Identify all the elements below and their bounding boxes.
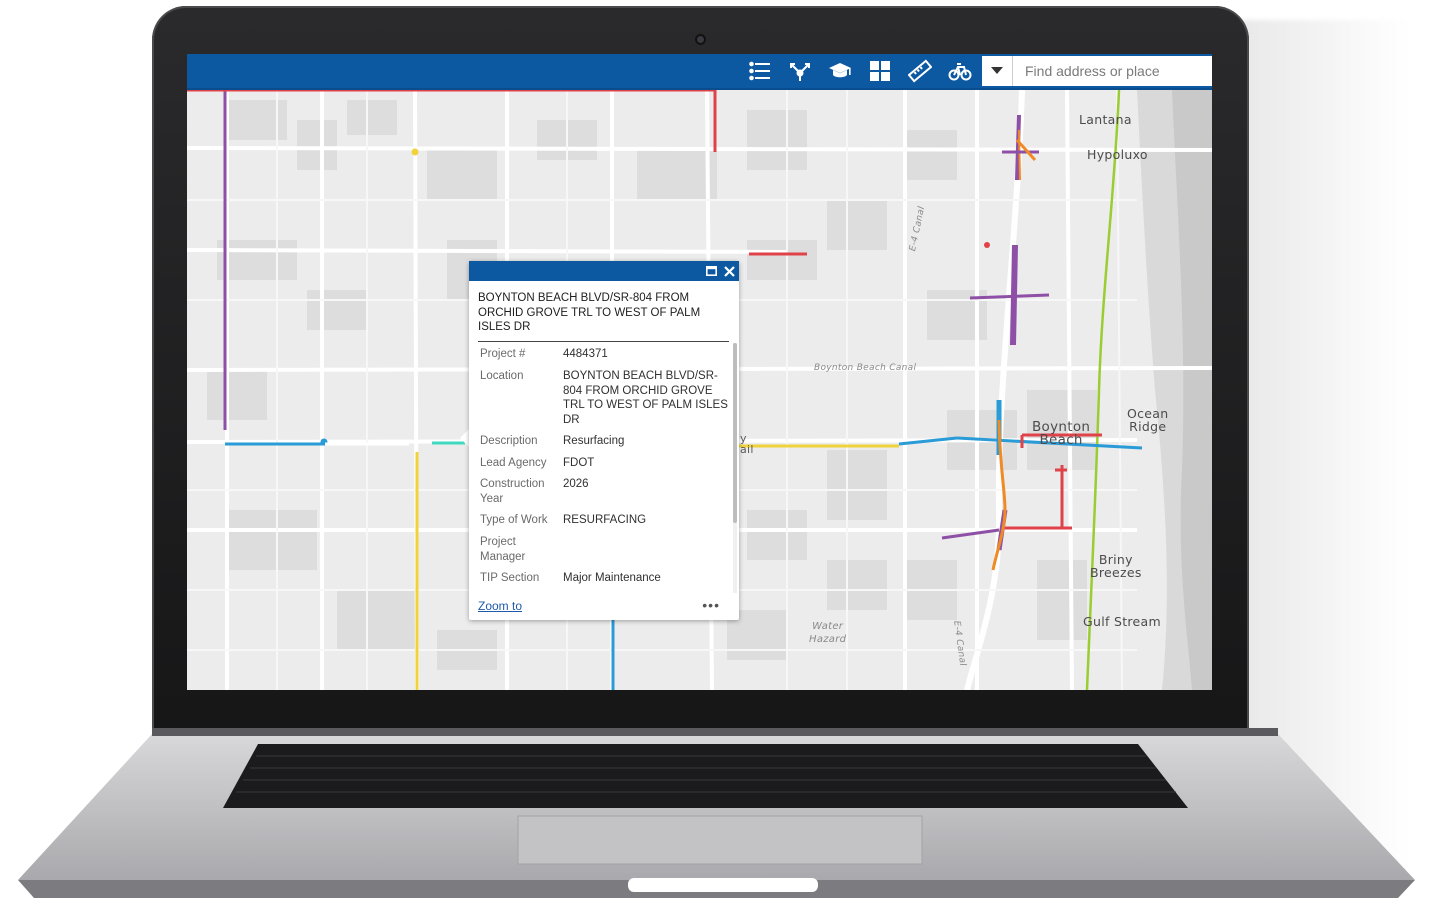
map-label-water-hazard: Water Hazard [809, 621, 847, 645]
bike-icon[interactable] [945, 56, 975, 86]
attribute-value: Major Maintenance [563, 572, 661, 584]
map-label-ocean-ridge: Ocean Ridge [1127, 406, 1169, 434]
map-label-briny-breezes: Briny Breezes [1090, 552, 1142, 580]
map-label-boynton-beach: Boynton Beach [1032, 419, 1091, 448]
laptop-base [18, 728, 1415, 898]
webcam [695, 34, 706, 45]
attribute-key: Project # [480, 348, 526, 360]
attribute-value: RESURFACING [563, 514, 647, 526]
zoom-to-link[interactable]: Zoom to [478, 599, 522, 613]
attribute-key: Lead Agency [480, 457, 547, 469]
map-label-trail-partial: y ail [740, 432, 754, 456]
map-label-lantana: Lantana [1079, 112, 1132, 127]
attribute-key: Project Manager [480, 536, 526, 563]
layers-share-icon[interactable] [785, 56, 815, 86]
scrollbar-thumb[interactable] [733, 343, 737, 523]
attribute-value: FDOT [563, 457, 595, 469]
search-source-dropdown[interactable] [982, 56, 1013, 86]
more-actions-button[interactable]: ••• [702, 597, 720, 613]
attribute-value: 4484371 [563, 348, 608, 360]
attribute-key: Construction Year [480, 478, 545, 505]
attribute-key: Type of Work [480, 514, 548, 526]
legend-list-icon[interactable] [745, 56, 775, 86]
popup-header [469, 261, 739, 281]
app-toolbar [187, 54, 1212, 90]
feature-popup: BOYNTON BEACH BLVD/SR-804 FROM ORCHID GR… [469, 261, 739, 620]
popup-footer: Zoom to ••• [478, 597, 730, 615]
popup-attribute-table: Project # 4484371 Location BOYNTON BEACH… [469, 343, 735, 593]
map-label-gulf-stream: Gulf Stream [1083, 614, 1161, 629]
attribute-key: Location [480, 370, 524, 382]
attribute-value: BOYNTON BEACH BLVD/SR-804 FROM ORCHID GR… [563, 370, 728, 426]
attribute-value: Resurfacing [563, 435, 625, 447]
attribute-key: TIP Section [480, 572, 540, 584]
basemap-grid-icon[interactable] [865, 56, 895, 86]
caret-down-icon [991, 67, 1003, 74]
map-label-hypoluxo: Hypoluxo [1087, 147, 1148, 162]
popup-title: BOYNTON BEACH BLVD/SR-804 FROM ORCHID GR… [478, 291, 729, 342]
popup-scrollbar[interactable] [733, 343, 737, 593]
app-screen: Lantana Hypoluxo Ocean Ridge Boynton Bea… [187, 54, 1212, 690]
measure-ruler-icon[interactable] [905, 56, 935, 86]
attribute-key: Description [480, 435, 538, 447]
map-label-boynton-beach-canal: Boynton Beach Canal [814, 363, 917, 373]
close-icon[interactable] [721, 263, 737, 279]
tutorial-cap-icon[interactable] [825, 56, 855, 86]
search-input[interactable] [1013, 56, 1212, 86]
maximize-icon[interactable] [703, 263, 719, 279]
attribute-value: 2026 [563, 478, 589, 490]
